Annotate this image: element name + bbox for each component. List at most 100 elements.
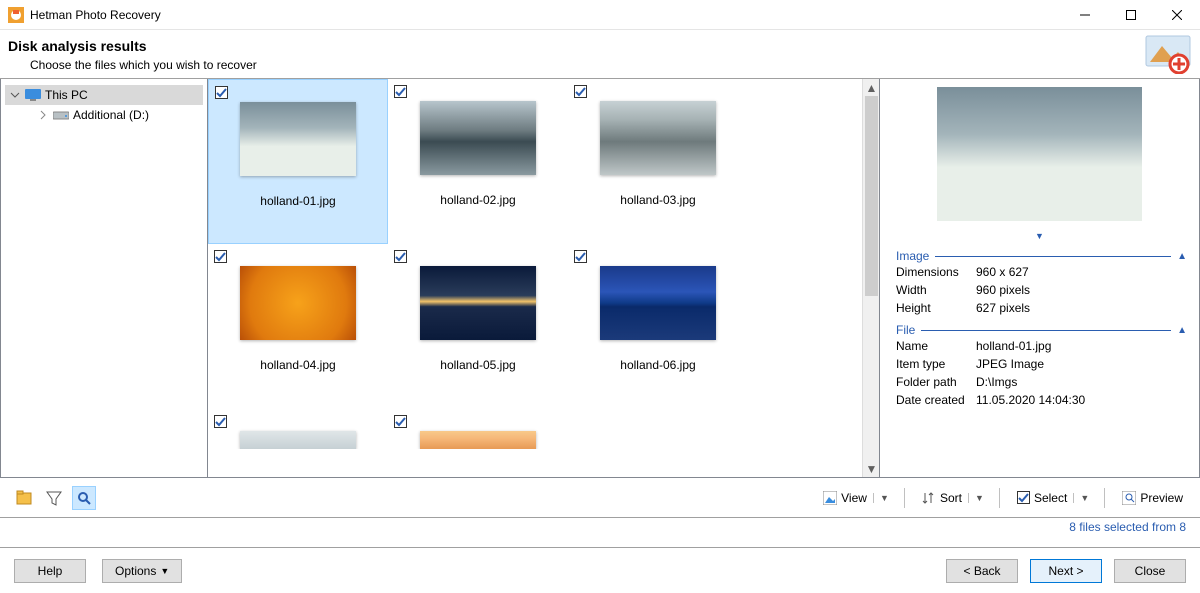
sort-dropdown[interactable]: Sort ▼: [915, 486, 989, 510]
property-value: 627 pixels: [976, 301, 1030, 315]
thumbnail-image: [240, 102, 356, 176]
maximize-button[interactable]: [1108, 0, 1154, 30]
titlebar: Hetman Photo Recovery: [0, 0, 1200, 30]
property-value: 960 x 627: [976, 265, 1029, 279]
thumbnail-grid[interactable]: holland-01.jpg holland-02.jpg holland-03.j…: [208, 79, 862, 477]
chevron-down-icon: ▼: [160, 566, 169, 576]
thumbnail-item[interactable]: [388, 409, 568, 449]
thumbnail-image: [600, 266, 716, 340]
next-button[interactable]: Next >: [1030, 559, 1102, 583]
checkbox-icon: [1017, 491, 1030, 504]
details-pane: ▼ Image ▲ Dimensions960 x 627Width960 pi…: [880, 79, 1200, 478]
monitor-icon: [25, 89, 41, 101]
chevron-down-icon[interactable]: ▼: [968, 493, 984, 503]
tree-item-additional-d[interactable]: Additional (D:): [5, 105, 203, 125]
thumbnail-checkbox[interactable]: [214, 250, 227, 263]
toolbar-separator: [999, 488, 1000, 508]
thumbnail-item[interactable]: [208, 409, 388, 449]
chevron-right-icon[interactable]: [37, 110, 49, 120]
drive-icon: [53, 109, 69, 121]
recover-button[interactable]: [12, 486, 36, 510]
thumbnail-filename: holland-01.jpg: [260, 194, 335, 208]
thumbnail-image: [420, 101, 536, 175]
section-image-header[interactable]: Image ▲: [890, 249, 1189, 263]
collapse-icon[interactable]: ▼: [890, 229, 1189, 243]
thumbnail-item[interactable]: holland-03.jpg: [568, 79, 748, 244]
select-dropdown[interactable]: Select ▼: [1010, 486, 1094, 510]
thumbnail-checkbox[interactable]: [574, 250, 587, 263]
property-row: Folder pathD:\Imgs: [890, 373, 1189, 391]
thumbnail-checkbox[interactable]: [394, 415, 407, 428]
thumbnail-image: [420, 266, 536, 340]
thumbnail-item[interactable]: holland-01.jpg: [208, 79, 388, 244]
page-header: Disk analysis results Choose the files w…: [0, 30, 1200, 80]
thumbnail-image: [240, 431, 356, 449]
toolbar: View ▼ Sort ▼ Select ▼ Preview: [0, 478, 1200, 518]
help-button[interactable]: Help: [14, 559, 86, 583]
options-label: Options: [115, 564, 156, 578]
tree-item-this-pc[interactable]: This PC: [5, 85, 203, 105]
page-subtitle: Choose the files which you wish to recov…: [8, 54, 1184, 80]
vertical-scrollbar[interactable]: ▲ ▼: [862, 79, 879, 477]
thumbnail-checkbox[interactable]: [394, 250, 407, 263]
thumbnail-filename: holland-06.jpg: [620, 358, 695, 372]
chevron-up-icon[interactable]: ▲: [1177, 251, 1189, 262]
preview-label: Preview: [1140, 491, 1183, 505]
property-key: Date created: [896, 393, 976, 407]
preview-image: [937, 87, 1142, 221]
view-label: View: [841, 491, 867, 505]
property-key: Item type: [896, 357, 976, 371]
property-key: Height: [896, 301, 976, 315]
scroll-thumb[interactable]: [865, 96, 878, 296]
chevron-down-icon[interactable]: [9, 90, 21, 100]
tree-item-label: This PC: [45, 88, 199, 102]
chevron-down-icon[interactable]: ▼: [873, 493, 889, 503]
search-button[interactable]: [72, 486, 96, 510]
minimize-button[interactable]: [1062, 0, 1108, 30]
toolbar-separator: [904, 488, 905, 508]
section-file-header[interactable]: File ▲: [890, 323, 1189, 337]
close-label: Close: [1135, 564, 1166, 578]
thumbnail-checkbox[interactable]: [574, 85, 587, 98]
chevron-down-icon[interactable]: ▼: [1073, 493, 1089, 503]
image-icon: [823, 491, 837, 505]
property-row: Width960 pixels: [890, 281, 1189, 299]
thumbnail-image: [600, 101, 716, 175]
property-value: holland-01.jpg: [976, 339, 1051, 353]
preview-toggle[interactable]: Preview: [1115, 486, 1188, 510]
thumbnail-checkbox[interactable]: [214, 415, 227, 428]
thumbnail-filename: holland-05.jpg: [440, 358, 515, 372]
tree-item-label: Additional (D:): [73, 108, 199, 122]
preview-icon: [1122, 491, 1136, 505]
property-value: JPEG Image: [976, 357, 1044, 371]
thumbnail-item[interactable]: holland-04.jpg: [208, 244, 388, 409]
view-dropdown[interactable]: View ▼: [816, 486, 894, 510]
thumbnail-item[interactable]: holland-02.jpg: [388, 79, 568, 244]
thumbnail-checkbox[interactable]: [394, 85, 407, 98]
thumbnail-item[interactable]: holland-06.jpg: [568, 244, 748, 409]
folder-tree[interactable]: This PC Additional (D:): [0, 79, 208, 478]
thumbnail-filename: holland-03.jpg: [620, 193, 695, 207]
scroll-up-button[interactable]: ▲: [863, 79, 880, 96]
thumbnail-item[interactable]: holland-05.jpg: [388, 244, 568, 409]
close-button[interactable]: Close: [1114, 559, 1186, 583]
thumbnail-checkbox[interactable]: [215, 86, 228, 99]
thumbnail-filename: holland-04.jpg: [260, 358, 335, 372]
body-area: This PC Additional (D:) holland-01.jpgho…: [0, 78, 1200, 478]
back-button[interactable]: < Back: [946, 559, 1018, 583]
sort-label: Sort: [940, 491, 962, 505]
status-text: 8 files selected from 8: [1069, 520, 1186, 534]
section-title: File: [890, 323, 915, 337]
scroll-down-button[interactable]: ▼: [863, 460, 880, 477]
filter-button[interactable]: [42, 486, 66, 510]
toolbar-separator: [1104, 488, 1105, 508]
property-row: Height627 pixels: [890, 299, 1189, 317]
window-title: Hetman Photo Recovery: [30, 8, 1062, 22]
chevron-up-icon[interactable]: ▲: [1177, 325, 1189, 336]
help-label: Help: [38, 564, 63, 578]
options-button[interactable]: Options ▼: [102, 559, 182, 583]
close-window-button[interactable]: [1154, 0, 1200, 30]
property-key: Width: [896, 283, 976, 297]
thumbnail-pane: holland-01.jpg holland-02.jpg holland-03.j…: [208, 79, 880, 478]
thumbnail-filename: holland-02.jpg: [440, 193, 515, 207]
